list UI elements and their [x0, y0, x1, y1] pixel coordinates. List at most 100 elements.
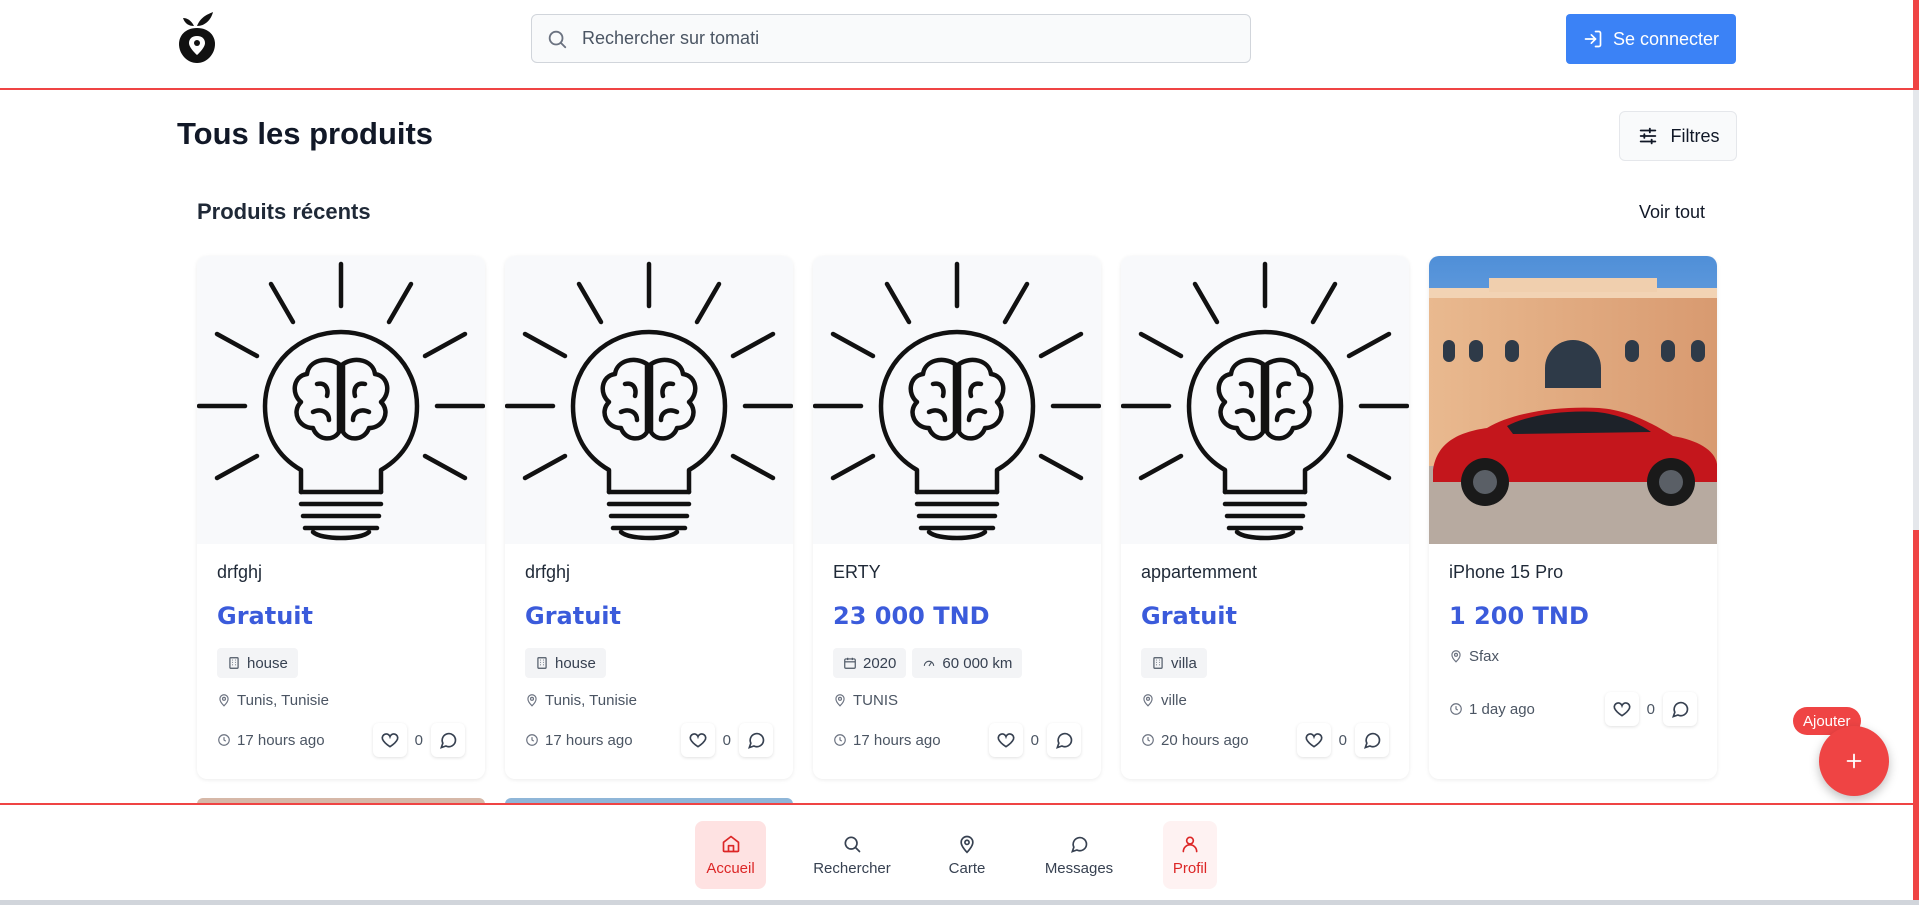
comment-button[interactable] [1663, 692, 1697, 726]
nav-home[interactable]: Accueil [695, 821, 766, 889]
clock-icon [1142, 734, 1154, 746]
product-time: 17 hours ago [833, 732, 941, 749]
lightbulb-brain-icon [197, 261, 485, 541]
nav-profile-label: Profil [1172, 859, 1208, 877]
category-chip: villa [1141, 648, 1207, 678]
product-card[interactable]: appartemment Gratuit villa ville 20 hour… [1121, 256, 1409, 779]
map-pin-icon [219, 694, 229, 707]
clock-icon [834, 734, 846, 746]
product-grid: drfghj Gratuit house Tunis, Tunisie 17 h… [197, 256, 1717, 779]
logo-icon[interactable] [177, 8, 217, 66]
like-count: 0 [414, 731, 423, 749]
clock-icon [526, 734, 538, 746]
product-price: 1 200 TND [1449, 602, 1589, 630]
like-button[interactable] [372, 723, 407, 757]
nav-search-label: Rechercher [813, 859, 891, 877]
mileage-chip: 60 000 km [912, 648, 1023, 678]
product-title[interactable]: ERTY [833, 562, 1081, 586]
red-car-photo [1429, 256, 1717, 544]
like-count: 0 [1030, 731, 1039, 749]
product-title[interactable]: iPhone 15 Pro [1449, 562, 1697, 586]
chip-label: 60 000 km [942, 654, 1013, 672]
search-icon [548, 30, 567, 48]
chip-label: house [555, 654, 596, 672]
product-image[interactable] [197, 256, 485, 544]
time-label: 20 hours ago [1161, 731, 1249, 749]
scrollbar-thumb[interactable] [1913, 90, 1919, 530]
user-icon [1182, 836, 1198, 852]
product-image[interactable] [1121, 256, 1409, 544]
product-card[interactable]: iPhone 15 Pro 1 200 TND Sfax 1 day ago 0 [1429, 256, 1717, 779]
chip-label: villa [1171, 654, 1197, 672]
like-button[interactable] [1604, 692, 1639, 726]
location-label: Tunis, Tunisie [237, 691, 329, 709]
like-button[interactable] [680, 723, 715, 757]
product-price: Gratuit [525, 602, 621, 630]
time-label: 17 hours ago [545, 731, 633, 749]
clock-icon [1450, 703, 1462, 715]
add-button[interactable] [1819, 726, 1889, 796]
bottom-navigation: Accueil Rechercher Carte Messages Profil [0, 803, 1913, 900]
building-icon [1153, 657, 1163, 669]
product-price: Gratuit [217, 602, 313, 630]
like-button[interactable] [1296, 723, 1331, 757]
like-count: 0 [722, 731, 731, 749]
heart-icon [997, 733, 1015, 748]
message-circle-icon [1070, 836, 1088, 853]
location-label: TUNIS [853, 691, 898, 709]
like-count: 0 [1338, 731, 1347, 749]
category-chip: house [525, 648, 606, 678]
clock-icon [218, 734, 230, 746]
comment-button[interactable] [1355, 723, 1389, 757]
chip-label: house [247, 654, 288, 672]
nav-search[interactable]: Rechercher [806, 821, 898, 889]
product-image[interactable] [505, 256, 793, 544]
product-card[interactable]: drfghj Gratuit house Tunis, Tunisie 17 h… [505, 256, 793, 779]
product-time: 20 hours ago [1141, 732, 1249, 749]
message-circle-icon [747, 732, 765, 749]
product-card[interactable]: ERTY 23 000 TND 2020 60 000 km TUNIS 17 … [813, 256, 1101, 779]
heart-icon [1613, 702, 1631, 717]
login-icon [1584, 30, 1602, 48]
section-title: Produits récents [197, 199, 371, 224]
window-bottom-edge [0, 900, 1919, 905]
map-pin-icon [527, 694, 537, 707]
product-image[interactable] [1429, 256, 1717, 544]
home-icon [722, 835, 739, 852]
search-input[interactable] [582, 28, 1222, 49]
see-all-link[interactable]: Voir tout [1639, 202, 1705, 223]
location-label: Tunis, Tunisie [545, 691, 637, 709]
heart-icon [1305, 733, 1323, 748]
like-button[interactable] [988, 723, 1023, 757]
nav-messages[interactable]: Messages [1040, 821, 1118, 889]
product-title[interactable]: drfghj [217, 562, 465, 586]
product-title[interactable]: appartemment [1141, 562, 1389, 586]
comment-button[interactable] [739, 723, 773, 757]
product-price: 23 000 TND [833, 602, 990, 630]
heart-icon [689, 733, 707, 748]
message-circle-icon [1055, 732, 1073, 749]
map-pin-icon [1143, 694, 1153, 707]
comment-button[interactable] [1047, 723, 1081, 757]
location-label: ville [1161, 691, 1187, 709]
login-button[interactable]: Se connecter [1566, 14, 1736, 64]
building-icon [229, 657, 239, 669]
filters-button[interactable]: Filtres [1619, 111, 1737, 161]
search-icon [844, 836, 861, 852]
product-card[interactable]: drfghj Gratuit house Tunis, Tunisie 17 h… [197, 256, 485, 779]
nav-map[interactable]: Carte [940, 821, 994, 889]
nav-home-label: Accueil [706, 859, 755, 877]
comment-button[interactable] [431, 723, 465, 757]
message-circle-icon [439, 732, 457, 749]
nav-messages-label: Messages [1044, 859, 1114, 877]
product-title[interactable]: drfghj [525, 562, 773, 586]
like-count: 0 [1646, 700, 1655, 718]
nav-profile[interactable]: Profil [1163, 821, 1217, 889]
search-bar[interactable] [531, 14, 1251, 63]
year-chip: 2020 [833, 648, 907, 678]
product-image[interactable] [813, 256, 1101, 544]
time-label: 17 hours ago [853, 731, 941, 749]
map-pin-icon [835, 694, 845, 707]
product-time: 1 day ago [1449, 701, 1535, 718]
time-label: 1 day ago [1469, 700, 1535, 718]
